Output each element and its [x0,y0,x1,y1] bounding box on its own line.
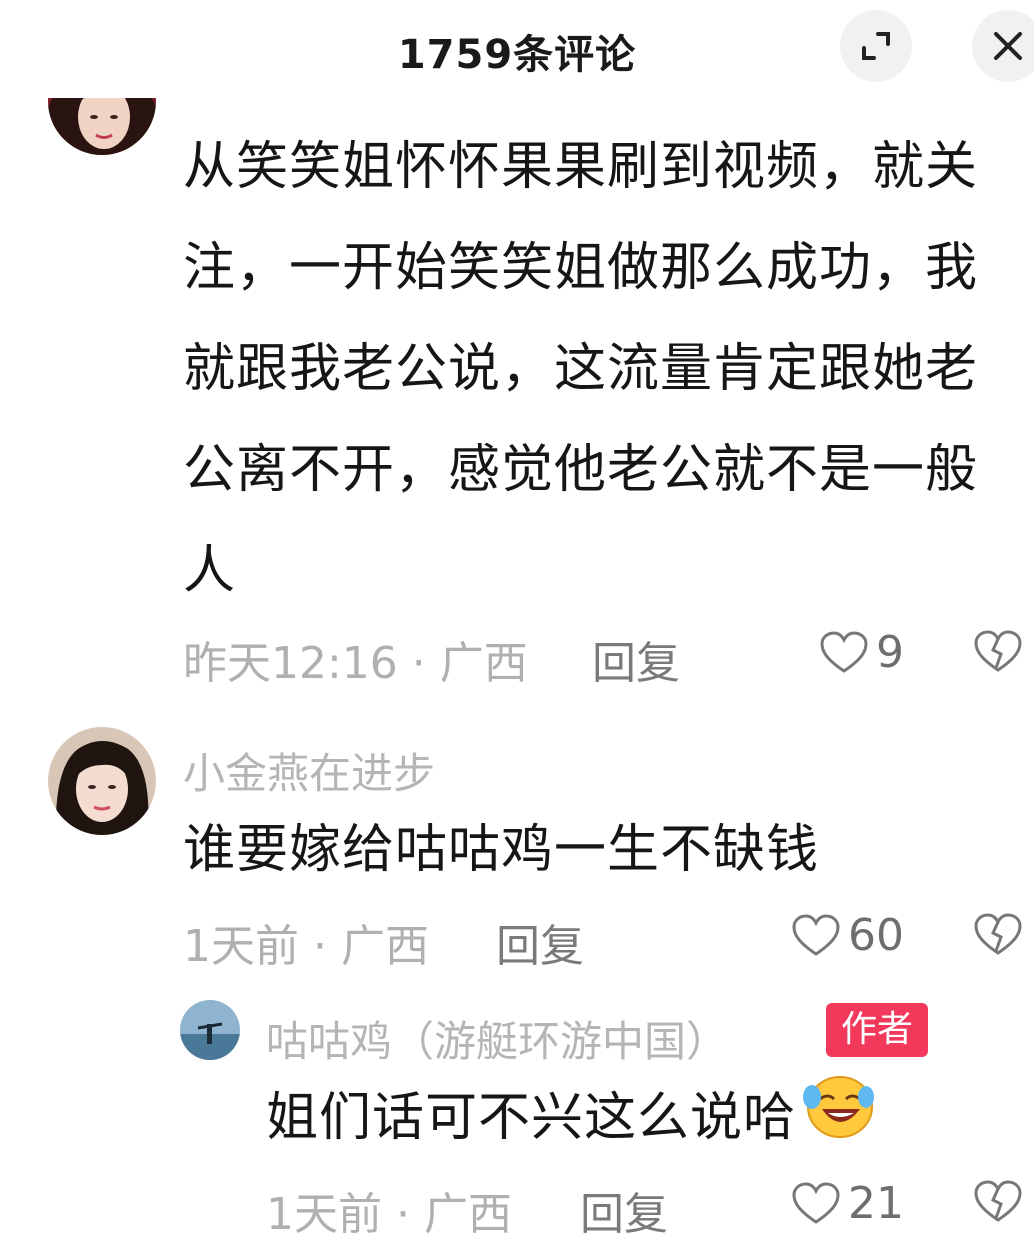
dislike-button[interactable] [974,1180,1022,1228]
comment-username[interactable]: 小金燕在进步 [183,740,435,801]
broken-heart-icon [974,913,1022,955]
reply-button[interactable]: 回复 [592,627,680,691]
comment-meta: 1天前 · 广西 [183,921,429,972]
reply-text-row: 姐们话可不兴这么说哈 [266,1068,876,1173]
close-button[interactable] [972,10,1034,82]
comment-text: 谁要嫁给咕咕鸡一生不缺钱 [183,820,820,880]
heart-icon [820,630,868,673]
broken-heart-icon [974,630,1022,672]
like-count: 60 [848,910,904,961]
broken-heart-icon [974,1180,1022,1222]
reply-text: 姐们话可不兴这么说哈 [266,1088,797,1148]
like-count: 21 [848,1178,904,1229]
like-button[interactable]: 21 [792,1178,904,1229]
dislike-button[interactable] [974,630,1022,678]
comment-meta: 昨天12:16 · 广西 [183,638,528,689]
dislike-button[interactable] [974,913,1022,961]
reply-meta: 1天前 · 广西 [266,1189,512,1240]
author-avatar[interactable] [180,1000,240,1060]
like-count: 9 [876,627,904,678]
like-button[interactable]: 60 [792,910,904,961]
expand-button[interactable] [840,10,912,82]
reply-button[interactable]: 回复 [580,1178,668,1242]
author-username[interactable]: 咕咕鸡（游艇环游中国） [266,1008,728,1069]
comment-text: 从笑笑姐怀怀果果刷到视频，就关注，一开始笑笑姐做那么成功，我就跟我老公说，这流量… [183,137,979,601]
comments-header: 1759条评论 [0,0,1034,98]
like-button[interactable]: 9 [820,627,904,678]
expand-icon [862,32,890,60]
heart-icon [792,913,840,956]
heart-icon [792,1181,840,1224]
reply-button[interactable]: 回复 [496,910,584,974]
laughing-face-emoji [800,1069,876,1173]
author-badge: 作者 [826,1003,928,1057]
avatar[interactable] [48,727,156,835]
close-icon [994,32,1022,60]
